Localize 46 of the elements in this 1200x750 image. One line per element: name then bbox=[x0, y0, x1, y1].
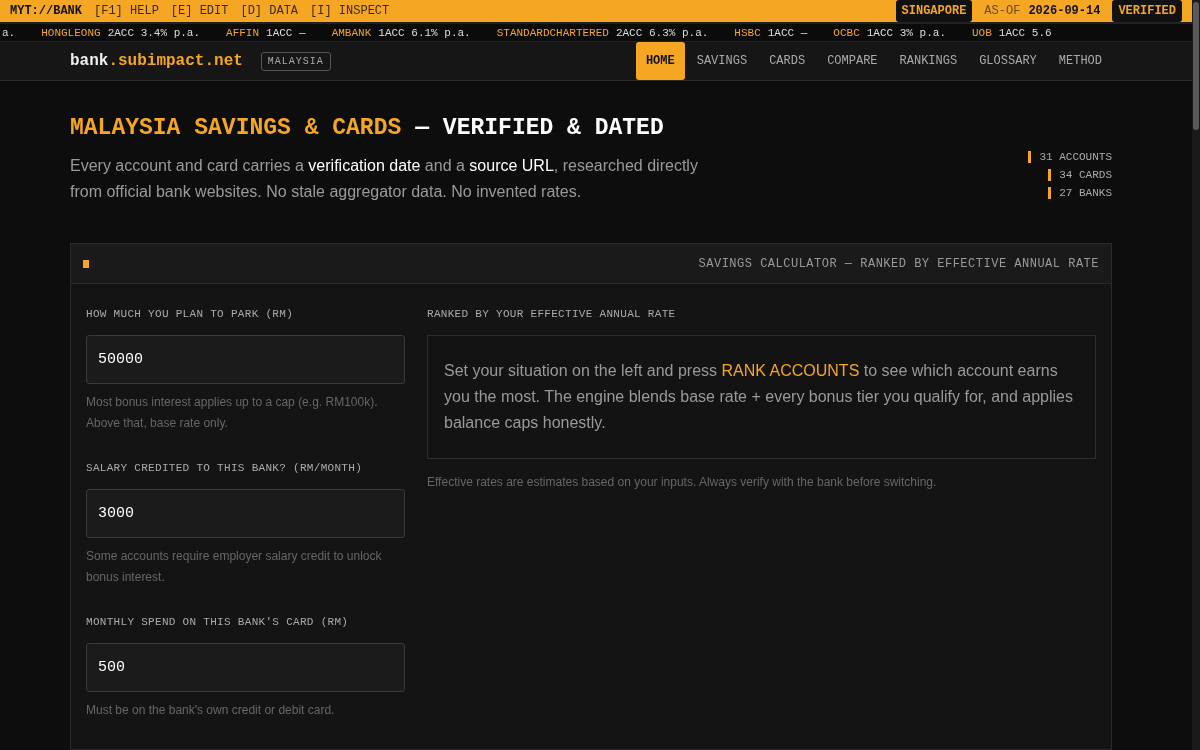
shortcut-key[interactable]: [D] DATA bbox=[240, 4, 299, 18]
square-icon bbox=[83, 259, 89, 268]
results-message: Set your situation on the left and press RANK ACCOUNTS to see which account earns you the most. The engine blends base rate + every bonus tier you qualify for, and applies balance caps honestly. bbox=[444, 361, 1074, 433]
field-hint: Some accounts require employer salary credit to unlock bonus interest. bbox=[86, 548, 383, 586]
field-hint: Most bonus interest applies up to a cap (e.g. RM100k). Above that, base rate only. bbox=[86, 394, 379, 432]
nav-link[interactable]: CARDS bbox=[759, 42, 816, 80]
shortcut-key[interactable]: [E] EDIT bbox=[170, 4, 229, 18]
ticker-item: AFFIN 1ACC — bbox=[226, 26, 306, 39]
shortcut-key[interactable]: [I] INSPECT bbox=[310, 4, 390, 18]
page-description: Every account and card carries a verification date and a source URL, researched directly from official bank websites. No stale aggregator data. No invented rates. bbox=[70, 156, 699, 202]
as-of-label: AS-OF bbox=[984, 4, 1021, 18]
ticker-item: UOB 1ACC 5.6 bbox=[972, 26, 1052, 39]
stat-count: 34 CARDS bbox=[1048, 169, 1112, 181]
scrollbar[interactable] bbox=[1192, 0, 1200, 750]
ticker-item: AMBANK 1ACC 6.1% p.a. bbox=[331, 26, 471, 39]
field-label: SALARY CREDITED TO THIS BANK? (RM/MONTH) bbox=[86, 462, 364, 474]
app-brand: MYT://BANK bbox=[10, 4, 82, 18]
ticker-item: OCBC 1ACC 3% p.a. bbox=[833, 26, 946, 39]
shortcut-key[interactable]: [F1] HELP bbox=[94, 4, 159, 18]
results-label: RANKED BY YOUR EFFECTIVE ANNUAL RATE bbox=[427, 308, 677, 320]
panel-title: SAVINGS CALCULATOR — RANKED BY EFFECTIVE ANNUAL RATE bbox=[698, 256, 1099, 271]
input-field[interactable]: 500 bbox=[86, 643, 405, 692]
ticker-item: HSBC 1ACC — bbox=[734, 26, 808, 39]
nav-link[interactable]: METHOD bbox=[1048, 42, 1112, 80]
field-label: HOW MUCH YOU PLAN TO PARK (RM) bbox=[86, 308, 295, 320]
nav-link[interactable]: COMPARE bbox=[817, 42, 888, 80]
input-field[interactable]: 50000 bbox=[86, 335, 405, 384]
field-label: MONTHLY SPEND ON THIS BANK'S CARD (RM) bbox=[86, 616, 350, 628]
disclaimer-text: Effective rates are estimates based on your inputs. Always verify with the bank before switching. bbox=[427, 475, 938, 489]
input-field[interactable]: 3000 bbox=[86, 489, 405, 538]
ticker-item: STANDARDCHARTERED 2ACC 6.3% p.a. bbox=[496, 26, 709, 39]
nav-link[interactable]: SAVINGS bbox=[686, 42, 758, 80]
status-badge: VERIFIED bbox=[1112, 0, 1182, 22]
ticker-text: a. bbox=[2, 26, 16, 39]
region-badge: SINGAPORE bbox=[895, 0, 973, 22]
nav-link[interactable]: RANKINGS bbox=[889, 42, 968, 80]
country-badge: MALAYSIA bbox=[260, 51, 331, 71]
stat-count: 31 ACCOUNTS bbox=[1028, 151, 1112, 163]
field-hint: Must be on the bank's own credit or debit card. bbox=[86, 702, 336, 719]
site-logo[interactable]: bank.subimpact.net bbox=[70, 52, 243, 70]
stat-count: 27 BANKS bbox=[1048, 187, 1112, 199]
as-of-date: 2026-09-14 bbox=[1028, 4, 1101, 18]
nav-link[interactable]: HOME bbox=[635, 42, 685, 80]
page-title: MALAYSIA SAVINGS & CARDS — VERIFIED & DATED bbox=[70, 115, 665, 141]
ticker-item: HONGLEONG 2ACC 3.4% p.a. bbox=[41, 26, 201, 39]
nav-link[interactable]: GLOSSARY bbox=[969, 42, 1047, 80]
